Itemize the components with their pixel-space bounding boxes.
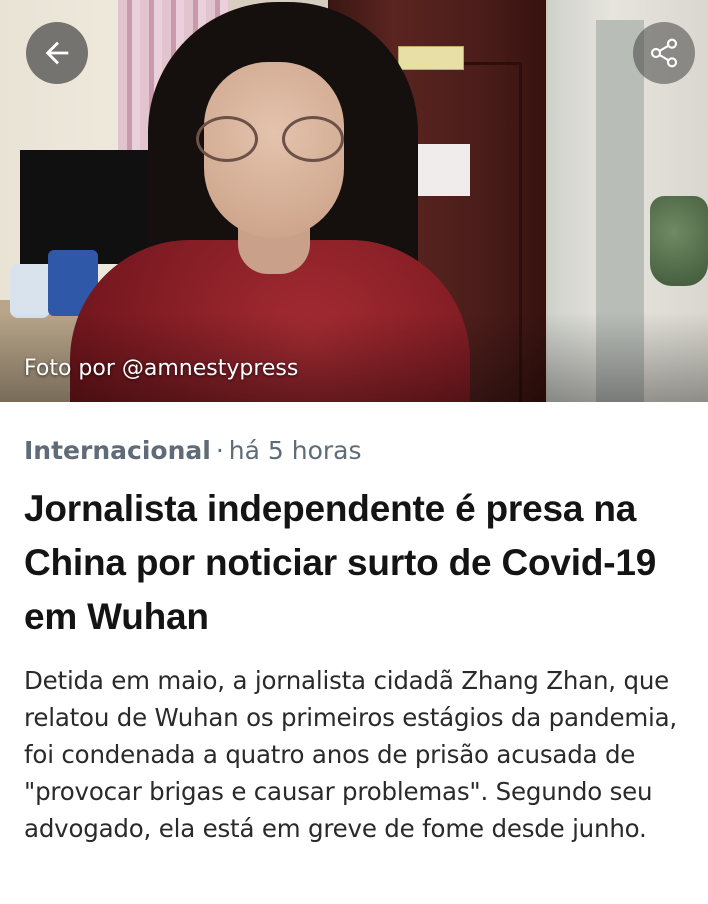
back-button[interactable] (26, 22, 88, 84)
door-sign (398, 46, 464, 70)
share-icon (650, 38, 678, 68)
timestamp: há 5 horas (228, 436, 362, 465)
article-summary: Detida em maio, a jornalista cidadã Zhan… (24, 666, 677, 843)
glasses-lens (196, 116, 258, 162)
meta-separator: · (215, 436, 224, 465)
section-label[interactable]: Internacional (24, 436, 211, 465)
article-content: Internacional · há 5 horas Jornalista inde… (0, 434, 708, 847)
article-headline: Jornalista independente é presa na China… (24, 488, 657, 637)
arrow-left-icon (45, 41, 69, 65)
share-button[interactable] (633, 22, 695, 84)
glasses-lens (282, 116, 344, 162)
article-meta: Internacional · há 5 horas (24, 434, 684, 468)
bottle (10, 264, 50, 318)
hero-photo: Foto por @amnestypress (0, 0, 708, 402)
photo-credit: Foto por @amnestypress (24, 356, 299, 381)
bag (650, 196, 708, 286)
